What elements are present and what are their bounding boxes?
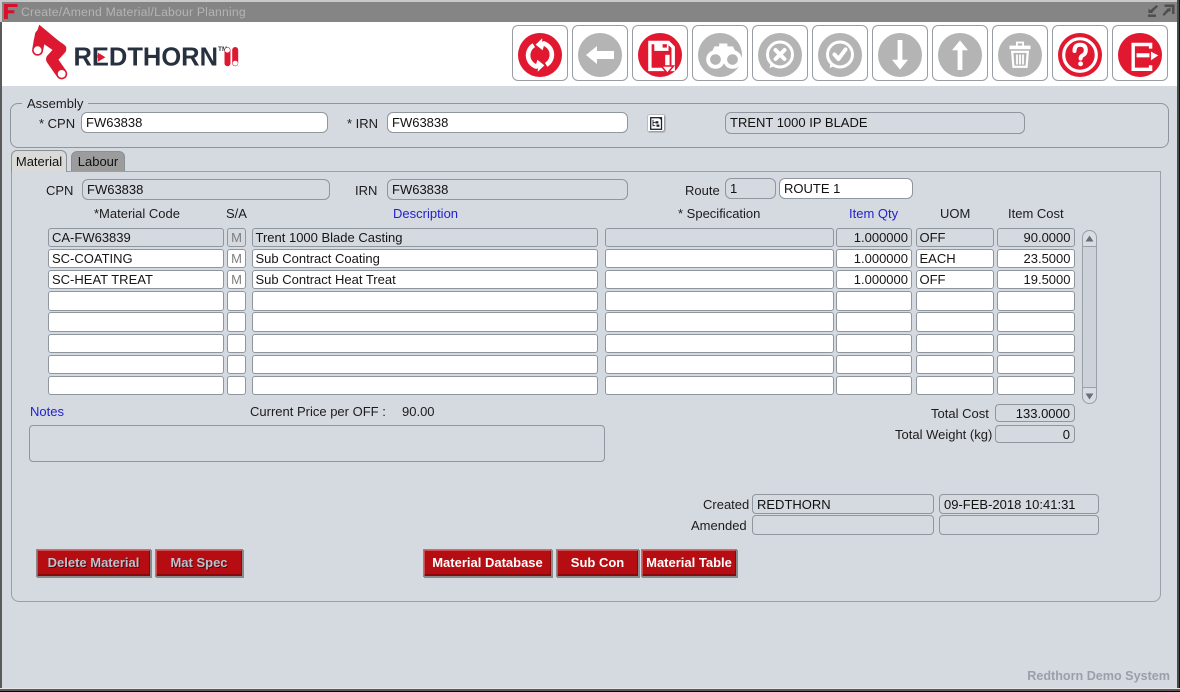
svg-text:REDTHORN: REDTHORN — [74, 44, 219, 72]
